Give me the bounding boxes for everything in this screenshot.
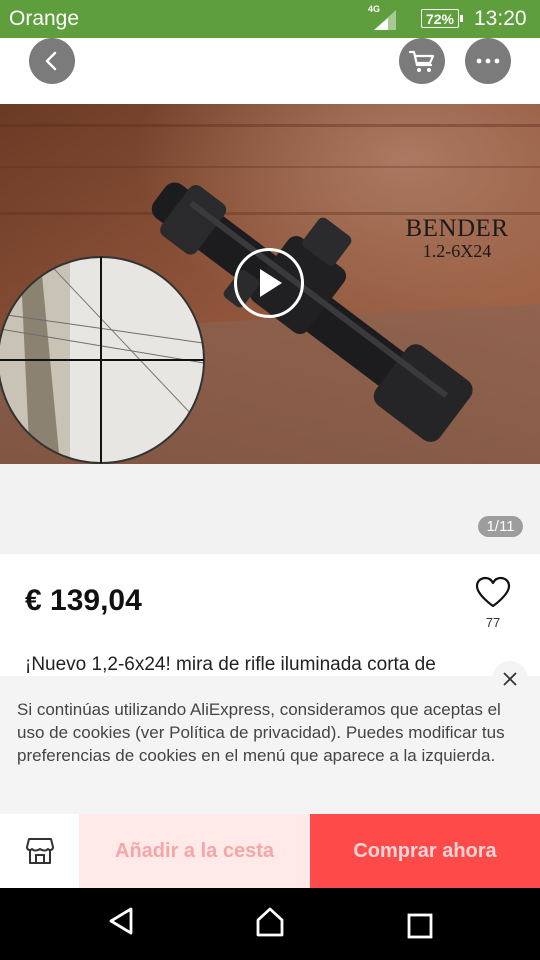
back-nav-icon[interactable] [107,906,135,936]
product-media[interactable]: BENDER 1.2-6X24 [0,104,540,464]
product-price: € 139,04 [25,584,142,617]
system-navigation-bar [0,888,540,960]
brand-name: BENDER [405,215,509,242]
more-options-button[interactable] [465,38,511,84]
add-to-cart-button[interactable]: Añadir a la cesta [79,814,310,888]
close-icon [503,672,517,686]
buy-now-button[interactable]: Comprar ahora [310,814,540,888]
cart-button[interactable] [399,38,445,84]
carrier-name: Orange [9,7,80,30]
back-button[interactable] [29,38,75,84]
image-counter: 1/11 [478,516,523,537]
store-button[interactable] [0,814,79,888]
cart-icon [408,50,435,72]
brand-label: BENDER 1.2-6X24 [404,215,510,261]
purchase-bar: Añadir a la cesta Comprar ahora [0,814,540,888]
status-bar: Orange 4G 72% 13:20 [0,0,540,38]
recents-nav-icon[interactable] [407,913,433,939]
top-navigation [0,38,540,104]
chevron-left-icon [45,51,57,71]
cookie-banner: Si continúas utilizando AliExpress, cons… [0,661,540,814]
wishlist-button[interactable]: 77 [474,576,512,630]
gallery-placeholder [0,464,540,554]
play-icon [260,269,282,297]
heart-icon [475,576,511,608]
close-cookie-button[interactable] [492,661,528,697]
home-nav-icon[interactable] [254,906,286,938]
battery-indicator: 72% [421,9,463,28]
product-title: ¡Nuevo 1,2-6x24! mira de rifle iluminada… [25,654,436,675]
cookie-message: Si continúas utilizando AliExpress, cons… [17,700,505,765]
play-video-button[interactable] [234,248,304,318]
more-dots-icon [476,58,500,64]
store-icon [25,838,54,864]
brand-model: 1.2-6X24 [422,241,492,261]
clock: 13:20 [474,7,527,30]
wishlist-count: 77 [485,615,501,630]
signal-icon [374,10,396,30]
